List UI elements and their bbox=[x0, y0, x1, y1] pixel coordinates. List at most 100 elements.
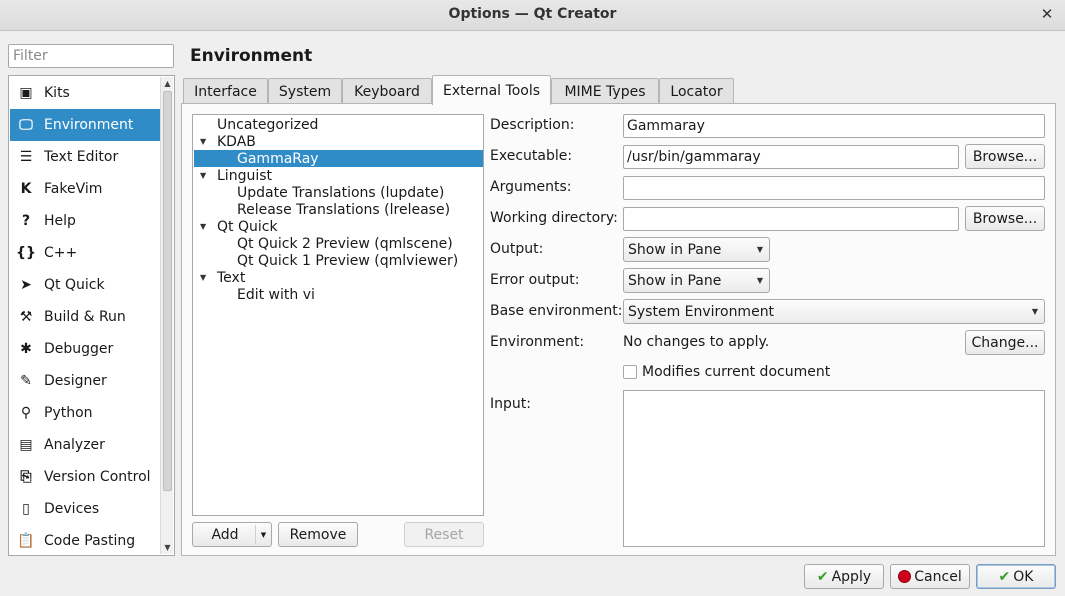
tree-item-label: Uncategorized bbox=[217, 116, 319, 133]
modifies-document-checkbox[interactable] bbox=[623, 365, 637, 379]
tab-keyboard[interactable]: Keyboard bbox=[342, 78, 432, 104]
tree-item-label: Linguist bbox=[217, 167, 272, 184]
filter-field[interactable] bbox=[8, 44, 174, 68]
arguments-field[interactable] bbox=[623, 176, 1045, 200]
arguments-label: Arguments: bbox=[490, 179, 572, 195]
fakevim-icon: K bbox=[20, 181, 32, 197]
reset-button[interactable]: Reset bbox=[404, 522, 484, 547]
modifies-document-label[interactable]: Modifies current document bbox=[642, 364, 830, 380]
tab-interface[interactable]: Interface bbox=[183, 78, 268, 104]
expand-arrow-icon[interactable]: ▼ bbox=[200, 137, 206, 146]
remove-button[interactable]: Remove bbox=[278, 522, 358, 547]
sidebar-item-qt-quick[interactable]: ➤ Qt Quick bbox=[10, 269, 160, 301]
category-list: ▣ Kits 🖵 Environment ☰ Text Editor K FakeVim ? He… bbox=[8, 75, 175, 556]
environment-value: No changes to apply. bbox=[623, 334, 770, 350]
apply-button[interactable]: ✔ Apply bbox=[804, 564, 884, 589]
tree-category[interactable]: Uncategorized bbox=[194, 116, 483, 133]
window-title: Options — Qt Creator bbox=[448, 6, 617, 22]
sidebar-item-label: Help bbox=[44, 213, 76, 229]
executable-field[interactable]: /usr/bin/gammaray bbox=[623, 145, 959, 169]
tree-category[interactable]: ▼ Text bbox=[194, 269, 483, 286]
tab-system[interactable]: System bbox=[268, 78, 342, 104]
sidebar-item-help[interactable]: ? Help bbox=[10, 205, 160, 237]
executable-label: Executable: bbox=[490, 148, 573, 164]
cancel-icon bbox=[898, 570, 912, 583]
error-output-label: Error output: bbox=[490, 272, 580, 288]
category-scrollbar[interactable]: ▲ ▼ bbox=[160, 77, 173, 554]
sidebar-item-c[interactable]: {} C++ bbox=[10, 237, 160, 269]
sidebar-item-label: Version Control bbox=[44, 469, 151, 485]
error-output-select[interactable]: Show in Pane ▼ bbox=[623, 268, 770, 293]
tree-tool-item[interactable]: Edit with vi bbox=[194, 286, 483, 303]
sidebar-item-fakevim[interactable]: K FakeVim bbox=[10, 173, 160, 205]
sidebar-item-label: Designer bbox=[44, 373, 107, 389]
close-icon[interactable]: ✕ bbox=[1037, 4, 1057, 24]
sidebar-item-label: Devices bbox=[44, 501, 100, 517]
cancel-button[interactable]: Cancel bbox=[890, 564, 970, 589]
description-field[interactable]: Gammaray bbox=[623, 114, 1045, 138]
base-environment-select[interactable]: System Environment ▼ bbox=[623, 299, 1045, 324]
sidebar-item-debugger[interactable]: ✱ Debugger bbox=[10, 333, 160, 365]
monitor-icon: 🖵 bbox=[19, 117, 33, 133]
sidebar-item-label: Kits bbox=[44, 85, 70, 101]
description-label: Description: bbox=[490, 117, 575, 133]
analyzer-icon: ▤ bbox=[19, 437, 33, 453]
sidebar-item-devices[interactable]: ▯ Devices bbox=[10, 493, 160, 525]
sidebar-item-label: Code Pasting bbox=[44, 533, 136, 549]
python-icon: ⚲ bbox=[20, 405, 32, 421]
tab-mime-types[interactable]: MIME Types bbox=[551, 78, 659, 104]
executable-browse-button[interactable]: Browse... bbox=[965, 144, 1045, 169]
sidebar-item-designer[interactable]: ✎ Designer bbox=[10, 365, 160, 397]
expand-arrow-icon[interactable]: ▼ bbox=[200, 273, 206, 282]
tab-external-tools[interactable]: External Tools bbox=[432, 75, 551, 105]
tree-category[interactable]: ▼ Linguist bbox=[194, 167, 483, 184]
tree-item-label: KDAB bbox=[217, 133, 256, 150]
expand-arrow-icon[interactable]: ▼ bbox=[200, 222, 206, 231]
tree-tool-item[interactable]: Release Translations (lrelease) bbox=[194, 201, 483, 218]
scroll-down-icon[interactable]: ▼ bbox=[161, 541, 174, 554]
environment-change-button[interactable]: Change... bbox=[965, 330, 1045, 355]
tree-category[interactable]: ▼ KDAB bbox=[194, 133, 483, 150]
scrollbar-thumb[interactable] bbox=[163, 91, 172, 491]
input-textarea[interactable] bbox=[623, 390, 1045, 547]
sidebar-item-python[interactable]: ⚲ Python bbox=[10, 397, 160, 429]
sidebar-item-build-run[interactable]: ⚒ Build & Run bbox=[10, 301, 160, 333]
sidebar-item-label: Debugger bbox=[44, 341, 114, 357]
sidebar-item-kits[interactable]: ▣ Kits bbox=[10, 77, 160, 109]
sidebar-item-version-control[interactable]: ⎘ Version Control bbox=[10, 461, 160, 493]
working-directory-field[interactable] bbox=[623, 207, 959, 231]
hammer-icon: ⚒ bbox=[19, 309, 33, 325]
text-editor-icon: ☰ bbox=[19, 149, 33, 165]
tab-locator[interactable]: Locator bbox=[659, 78, 734, 104]
clipboard-icon: 📋 bbox=[17, 533, 35, 549]
expand-arrow-icon[interactable]: ▼ bbox=[200, 171, 206, 180]
bug-icon: ✱ bbox=[20, 341, 32, 357]
qt-quick-icon: ➤ bbox=[20, 277, 32, 293]
working-directory-browse-button[interactable]: Browse... bbox=[965, 206, 1045, 231]
filter-input[interactable] bbox=[9, 45, 173, 67]
tree-category[interactable]: ▼ Qt Quick bbox=[194, 218, 483, 235]
sidebar-item-text-editor[interactable]: ☰ Text Editor bbox=[10, 141, 160, 173]
tree-tool-item[interactable]: Qt Quick 2 Preview (qmlscene) bbox=[194, 235, 483, 252]
ok-button-label: OK bbox=[1013, 568, 1034, 585]
sidebar-item-environment[interactable]: 🖵 Environment bbox=[10, 109, 160, 141]
ok-checkmark-icon: ✔ bbox=[998, 568, 1011, 585]
sidebar-item-code-pasting[interactable]: 📋 Code Pasting bbox=[10, 525, 160, 557]
tree-tool-item[interactable]: Update Translations (lupdate) bbox=[194, 184, 483, 201]
add-button[interactable]: Add ▼ bbox=[192, 522, 272, 547]
page-title: Environment bbox=[190, 46, 313, 66]
tree-tool-item[interactable]: Qt Quick 1 Preview (qmlviewer) bbox=[194, 252, 483, 269]
tree-item-label: Text bbox=[217, 269, 246, 286]
scroll-up-icon[interactable]: ▲ bbox=[161, 77, 174, 90]
external-tools-tree[interactable]: Uncategorized ▼ KDAB GammaRay ▼ Linguist Updat… bbox=[192, 114, 484, 516]
output-select[interactable]: Show in Pane ▼ bbox=[623, 237, 770, 262]
sidebar-item-label: Analyzer bbox=[44, 437, 105, 453]
working-directory-label: Working directory: bbox=[490, 210, 618, 226]
version-control-icon: ⎘ bbox=[20, 469, 32, 485]
sidebar-item-analyzer[interactable]: ▤ Analyzer bbox=[10, 429, 160, 461]
tree-item-label: Edit with vi bbox=[237, 286, 315, 303]
sidebar-item-label: FakeVim bbox=[44, 181, 103, 197]
tree-tool-item[interactable]: GammaRay bbox=[194, 150, 483, 167]
chevron-down-icon[interactable]: ▼ bbox=[255, 525, 271, 544]
ok-button[interactable]: ✔ OK bbox=[976, 564, 1056, 589]
